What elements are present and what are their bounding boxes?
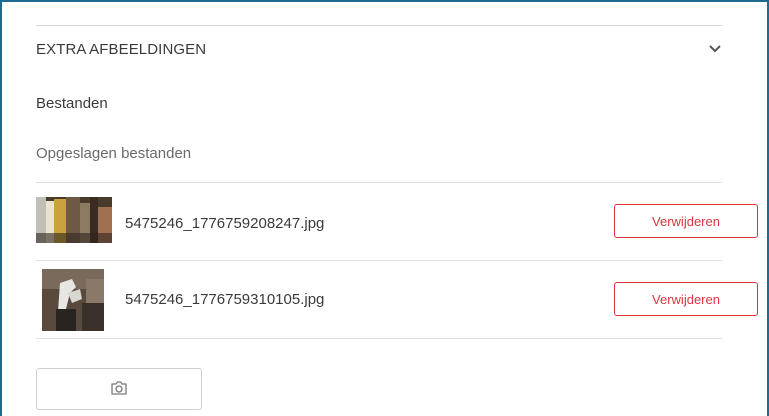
file-name: 5475246_1776759310105.jpg [125, 291, 325, 308]
remove-file-button[interactable]: Verwijderen [614, 204, 758, 238]
extra-images-panel: EXTRA AFBEELDINGEN Bestanden Opgeslagen … [0, 0, 769, 416]
saved-files-label: Opgeslagen bestanden [36, 145, 192, 162]
section-header-extra-images[interactable]: EXTRA AFBEELDINGEN [36, 26, 722, 72]
divider [36, 338, 722, 339]
file-name: 5475246_1776759208247.jpg [125, 215, 325, 232]
photo-thumbnail [36, 197, 112, 243]
chevron-down-icon[interactable] [708, 42, 722, 56]
files-label: Bestanden [36, 95, 108, 112]
section-title: EXTRA AFBEELDINGEN [36, 40, 207, 58]
divider [36, 260, 722, 261]
camera-icon [110, 380, 128, 399]
divider [36, 182, 722, 183]
remove-file-button[interactable]: Verwijderen [614, 282, 758, 316]
photo-thumbnail [42, 269, 104, 331]
saved-file-row: 5475246_1776759208247.jpg Verwijderen [36, 184, 760, 260]
add-photo-button[interactable] [36, 368, 202, 410]
saved-file-row: 5475246_1776759310105.jpg Verwijderen [36, 262, 760, 338]
